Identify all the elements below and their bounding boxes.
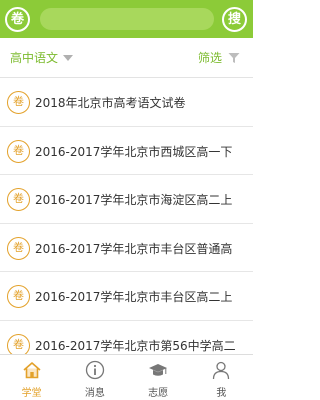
filter-bar: 高中语文 筛选 <box>0 38 253 78</box>
subject-dropdown-label: 高中语文 <box>10 51 59 65</box>
list-item[interactable]: 卷 2016-2017学年北京市丰台区普通高 <box>0 224 253 272</box>
nav-label: 我 <box>216 388 227 399</box>
user-icon <box>213 361 230 380</box>
paper-icon: 卷 <box>7 285 30 308</box>
nav-item-study[interactable]: 学堂 <box>0 355 63 400</box>
paper-category-button[interactable]: 卷 <box>5 7 30 32</box>
paper-title: 2016-2017学年北京市丰台区高二上 <box>35 290 233 304</box>
info-icon <box>85 360 105 380</box>
list-item[interactable]: 卷 2016-2017学年北京市丰台区高二上 <box>0 272 253 321</box>
chevron-down-icon <box>63 54 74 61</box>
filter-button[interactable]: 筛选 <box>198 49 240 66</box>
paper-icon: 卷 <box>7 188 30 211</box>
subject-dropdown[interactable]: 高中语文 <box>10 49 74 66</box>
nav-item-aspiration[interactable]: 志愿 <box>127 355 190 400</box>
funnel-icon <box>228 52 240 63</box>
paper-icon: 卷 <box>7 91 30 114</box>
search-button[interactable]: 搜 <box>222 7 247 32</box>
nav-item-messages[interactable]: 消息 <box>63 355 126 400</box>
list-item[interactable]: 卷 2016-2017学年北京市西城区高一下 <box>0 127 253 175</box>
paper-title: 2018年北京市高考语文试卷 <box>35 96 186 110</box>
search-input[interactable] <box>40 8 214 30</box>
paper-title: 2016-2017学年北京市西城区高一下 <box>35 144 233 159</box>
paper-title: 2016-2017学年北京市海淀区高二上 <box>35 193 233 207</box>
paper-icon: 卷 <box>7 139 30 163</box>
paper-title: 2016-2017学年北京市第56中学高二 <box>35 338 236 353</box>
nav-label: 消息 <box>84 388 105 399</box>
paper-icon: 卷 <box>7 236 30 260</box>
list-item[interactable]: 卷 2018年北京市高考语文试卷 <box>0 78 253 127</box>
home-icon <box>23 362 41 379</box>
nav-item-me[interactable]: 我 <box>190 355 253 400</box>
paper-title: 2016-2017学年北京市丰台区普通高 <box>35 241 233 256</box>
graduation-cap-icon <box>149 364 168 376</box>
list-item[interactable]: 卷 2016-2017学年北京市海淀区高二上 <box>0 175 253 224</box>
bottom-nav: 学堂 消息 志愿 我 <box>0 354 253 400</box>
nav-label: 志愿 <box>148 388 169 399</box>
top-bar: 卷 搜 <box>0 0 253 38</box>
paper-list: 卷 2018年北京市高考语文试卷 卷 2016-2017学年北京市西城区高一下 … <box>0 78 253 369</box>
filter-button-label: 筛选 <box>198 51 223 65</box>
nav-label: 学堂 <box>21 388 42 399</box>
